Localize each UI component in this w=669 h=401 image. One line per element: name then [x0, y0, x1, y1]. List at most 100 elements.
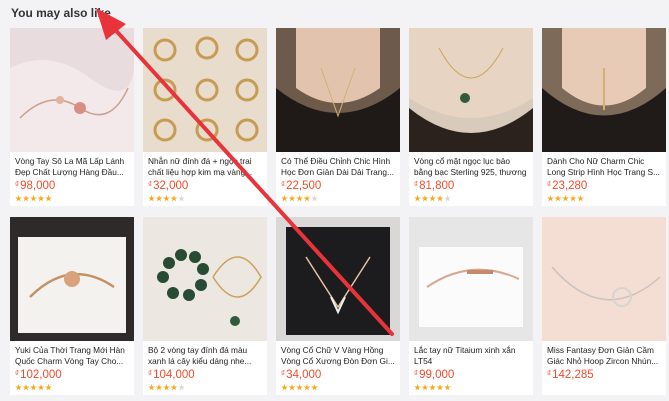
price-value: 142,285 [552, 369, 594, 381]
star-icon [170, 195, 178, 202]
star-icon [429, 195, 436, 202]
product-price: ₫142,285 [547, 369, 594, 381]
star-icon [547, 195, 554, 202]
product-image[interactable] [276, 28, 400, 152]
star-icon [178, 384, 185, 391]
star-icon [22, 195, 30, 202]
price-value: 98,000 [20, 180, 56, 192]
star-icon [148, 195, 155, 202]
currency-symbol: ₫ [414, 180, 419, 189]
star-icon [15, 384, 22, 391]
product-image[interactable] [276, 217, 400, 341]
product-price: ₫102,000 [15, 369, 62, 381]
product-image[interactable] [542, 217, 666, 341]
star-icon [30, 195, 37, 202]
star-icon [45, 384, 52, 391]
star-icon [421, 384, 429, 391]
star-icon [429, 384, 436, 391]
star-icon [163, 384, 170, 391]
product-grid: Vòng Tay Sô La Mã Lấp Lánh Đẹp Chất Lượn… [0, 0, 669, 401]
star-icon [37, 384, 45, 391]
rating-stars [414, 195, 451, 202]
price-value: 81,800 [419, 180, 455, 192]
product-name[interactable]: Yuki Của Thời Trang Mới Hàn Quốc Charm V… [15, 345, 131, 366]
product-price: ₫34,000 [281, 369, 321, 381]
star-icon [569, 195, 577, 202]
star-icon [562, 195, 569, 202]
price-value: 102,000 [20, 369, 62, 381]
product-card[interactable]: Vòng Tay Sô La Mã Lấp Lánh Đẹp Chất Lượn… [10, 28, 134, 206]
star-icon [303, 195, 311, 202]
currency-symbol: ₫ [281, 180, 286, 189]
star-icon [163, 195, 170, 202]
star-icon [178, 195, 185, 202]
product-price: ₫98,000 [15, 180, 55, 192]
product-price: ₫22,500 [281, 180, 321, 192]
product-image[interactable] [409, 217, 533, 341]
star-icon [281, 384, 288, 391]
star-icon [311, 384, 318, 391]
product-card[interactable]: Dành Cho Nữ Charm Chic Long Strip Hình H… [542, 28, 666, 206]
product-name[interactable]: Vòng Cổ Chữ V Vàng Hồng Vòng Cổ Xương Đò… [281, 345, 397, 366]
star-icon [436, 384, 444, 391]
currency-symbol: ₫ [547, 369, 552, 378]
star-icon [37, 195, 45, 202]
product-name[interactable]: Miss Fantasy Đơn Giản Cầm Giác Nhỏ Hoop … [547, 345, 663, 366]
product-card[interactable]: Vòng cổ mặt ngọc lục bảo bằng bạc Sterli… [409, 28, 533, 206]
product-price: ₫32,000 [148, 180, 188, 192]
product-image[interactable] [143, 217, 267, 341]
star-icon [148, 384, 155, 391]
product-image[interactable] [542, 28, 666, 152]
product-name[interactable]: Dành Cho Nữ Charm Chic Long Strip Hình H… [547, 156, 663, 177]
product-image[interactable] [409, 28, 533, 152]
product-name[interactable]: Bộ 2 vòng tay đính đá màu xanh lá cây ki… [148, 345, 264, 366]
product-card[interactable]: Miss Fantasy Đơn Giản Cầm Giác Nhỏ Hoop … [542, 217, 666, 395]
product-name[interactable]: Nhẫn nữ đính đá + ngọc trai chất liệu hợ… [148, 156, 264, 177]
product-name[interactable]: Có Thể Điều Chỉnh Chic Hình Học Đơn Giản… [281, 156, 397, 177]
star-icon [155, 384, 163, 391]
product-card[interactable]: Yuki Của Thời Trang Mới Hàn Quốc Charm V… [10, 217, 134, 395]
star-icon [444, 384, 451, 391]
product-name[interactable]: Lắc tay nữ Titaium xinh xắn LT54 [414, 345, 530, 366]
star-icon [296, 384, 303, 391]
product-name[interactable]: Vòng cổ mặt ngọc lục bảo bằng bạc Sterli… [414, 156, 530, 177]
star-icon [444, 195, 451, 202]
star-icon [155, 195, 163, 202]
rating-stars [148, 384, 185, 391]
price-value: 34,000 [286, 369, 322, 381]
product-image[interactable] [143, 28, 267, 152]
rating-stars [148, 195, 185, 202]
rating-stars [414, 384, 451, 391]
product-price: ₫23,280 [547, 180, 587, 192]
price-value: 32,000 [153, 180, 189, 192]
rating-stars [547, 195, 584, 202]
star-icon [554, 195, 562, 202]
rating-stars [281, 384, 318, 391]
star-icon [421, 195, 429, 202]
star-icon [45, 195, 52, 202]
product-price: ₫81,800 [414, 180, 454, 192]
product-card[interactable]: Bộ 2 vòng tay đính đá màu xanh lá cây ki… [143, 217, 267, 395]
currency-symbol: ₫ [15, 180, 20, 189]
price-value: 104,000 [153, 369, 195, 381]
product-card[interactable]: Nhẫn nữ đính đá + ngọc trai chất liệu hợ… [143, 28, 267, 206]
product-image[interactable] [10, 217, 134, 341]
currency-symbol: ₫ [547, 180, 552, 189]
product-name[interactable]: Vòng Tay Sô La Mã Lấp Lánh Đẹp Chất Lượn… [15, 156, 131, 177]
product-card[interactable]: Có Thể Điều Chỉnh Chic Hình Học Đơn Giản… [276, 28, 400, 206]
currency-symbol: ₫ [148, 369, 153, 378]
currency-symbol: ₫ [15, 369, 20, 378]
product-price: ₫104,000 [148, 369, 195, 381]
star-icon [577, 195, 584, 202]
product-image[interactable] [10, 28, 134, 152]
star-icon [436, 195, 444, 202]
star-icon [30, 384, 37, 391]
product-card[interactable]: Vòng Cổ Chữ V Vàng Hồng Vòng Cổ Xương Đò… [276, 217, 400, 395]
star-icon [414, 384, 421, 391]
star-icon [281, 195, 288, 202]
product-card[interactable]: Lắc tay nữ Titaium xinh xắn LT54 ₫99,000 [409, 217, 533, 395]
star-icon [414, 195, 421, 202]
star-icon [22, 384, 30, 391]
price-value: 22,500 [286, 180, 322, 192]
star-icon [15, 195, 22, 202]
